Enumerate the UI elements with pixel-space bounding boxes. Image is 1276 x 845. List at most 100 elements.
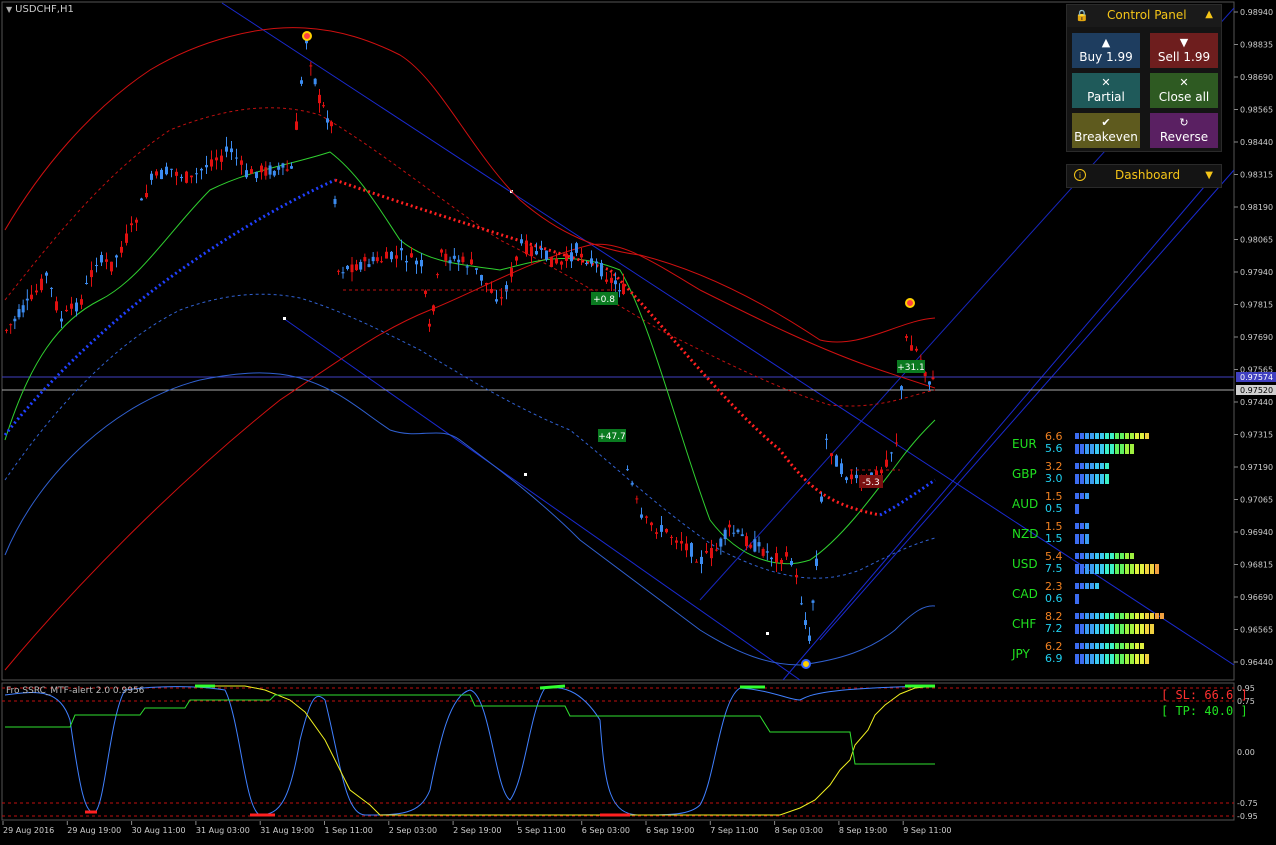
time-tick: 2 Sep 03:00 bbox=[389, 826, 437, 835]
candle-body bbox=[245, 170, 248, 178]
candle-body bbox=[85, 282, 88, 284]
strength-bar bbox=[1125, 433, 1129, 439]
candle-body bbox=[745, 536, 748, 547]
strength-bar bbox=[1085, 564, 1089, 574]
reverse-label: Reverse bbox=[1159, 130, 1209, 144]
strength-bar bbox=[1115, 613, 1119, 619]
candle-body bbox=[520, 239, 523, 244]
strength-bar bbox=[1140, 654, 1144, 664]
currency-label: NZD bbox=[1012, 527, 1039, 541]
candle-body bbox=[390, 251, 393, 260]
candle-body bbox=[264, 167, 268, 176]
strength-bar bbox=[1155, 564, 1159, 574]
collapse-icon[interactable]: ▲ bbox=[1205, 9, 1213, 20]
upper-band bbox=[4, 27, 936, 343]
strength-bar bbox=[1080, 474, 1084, 484]
strength-bar bbox=[1095, 613, 1099, 619]
candle-body bbox=[530, 246, 533, 257]
buy-button[interactable]: ▲ Buy 1.99 bbox=[1072, 33, 1140, 68]
strength-bar bbox=[1095, 564, 1099, 574]
candle-body bbox=[555, 258, 558, 264]
candle-body bbox=[815, 558, 818, 566]
close-icon: ✕ bbox=[1101, 76, 1111, 89]
strength-bar bbox=[1085, 534, 1089, 544]
strength-bar bbox=[1075, 643, 1079, 649]
candle-body bbox=[575, 243, 578, 253]
tp-label: [ TP: 40.0 ] bbox=[1161, 704, 1248, 718]
main-chart-frame bbox=[1, 1, 1235, 681]
strength-bar bbox=[1145, 564, 1149, 574]
control-panel-header[interactable]: 🔒 Control Panel ▲ bbox=[1067, 5, 1221, 27]
candle-body bbox=[510, 267, 513, 277]
candle-body bbox=[375, 257, 379, 262]
strength-bar bbox=[1080, 444, 1084, 454]
dashboard-toggle[interactable]: i Dashboard ▼ bbox=[1066, 164, 1222, 188]
time-tick: 8 Sep 19:00 bbox=[839, 826, 887, 835]
strength-bar bbox=[1085, 463, 1089, 469]
reverse-icon: ↻ bbox=[1179, 116, 1189, 129]
strength-bar bbox=[1140, 433, 1144, 439]
midline-dots-blue-2 bbox=[879, 478, 936, 517]
candle-body bbox=[17, 309, 21, 318]
partial-button[interactable]: ✕ Partial bbox=[1072, 73, 1140, 108]
strength-bar bbox=[1080, 523, 1084, 529]
candle-body bbox=[895, 442, 898, 444]
current-price-text: 0.97520 bbox=[1240, 386, 1273, 395]
candle-body bbox=[749, 544, 753, 548]
strength-bar bbox=[1075, 474, 1079, 484]
candle-body bbox=[424, 290, 427, 294]
candle-body bbox=[452, 255, 456, 259]
sl-label: [ SL: 66.6 ] bbox=[1161, 688, 1248, 702]
candle-body bbox=[322, 105, 325, 107]
candle-body bbox=[432, 305, 435, 312]
candle-body bbox=[626, 469, 629, 471]
chart-window[interactable]: +0.8 +47.7 +31.1 -5.3 0.98940 0.98835 0.98… bbox=[0, 0, 1276, 841]
candle-body bbox=[845, 477, 848, 481]
strength-row: USD 5.4 7.5 bbox=[1010, 550, 1210, 578]
strength-bar bbox=[1130, 654, 1134, 664]
strength-bar bbox=[1095, 433, 1099, 439]
strength-bar bbox=[1140, 613, 1144, 619]
dropdown-arrow-icon[interactable]: ▼ bbox=[6, 5, 12, 14]
strength-bar bbox=[1110, 643, 1114, 649]
strength-row: CHF 8.2 7.2 bbox=[1010, 610, 1210, 638]
sell-button[interactable]: ▼ Sell 1.99 bbox=[1150, 33, 1218, 68]
close-all-button[interactable]: ✕ Close all bbox=[1150, 73, 1218, 108]
strength-bar bbox=[1135, 433, 1139, 439]
trend-yellow bbox=[210, 685, 936, 816]
strength-bar bbox=[1105, 463, 1109, 469]
control-panel-title: Control Panel bbox=[1107, 8, 1187, 22]
candle-body bbox=[290, 166, 293, 169]
sub-axis-tick: -0.75 bbox=[1237, 799, 1258, 808]
candle-body bbox=[931, 377, 935, 380]
arrow-down-icon: ▼ bbox=[1179, 36, 1189, 49]
candle-body bbox=[170, 168, 173, 170]
strength-bar bbox=[1125, 553, 1129, 559]
strength-bar bbox=[1080, 583, 1084, 589]
candle-body bbox=[600, 263, 603, 277]
strength-bar bbox=[1120, 643, 1124, 649]
candle-body bbox=[550, 257, 553, 267]
candle-body bbox=[723, 529, 727, 540]
candle-body bbox=[240, 160, 243, 165]
strength-bar bbox=[1135, 624, 1139, 634]
strength-bar bbox=[1110, 624, 1114, 634]
strength-bar bbox=[1150, 613, 1154, 619]
trade-tag: +0.8 bbox=[591, 292, 618, 305]
candle-body bbox=[444, 253, 448, 261]
candle-body bbox=[630, 483, 634, 485]
candle-body bbox=[840, 463, 843, 475]
candle-body bbox=[428, 323, 431, 327]
breakeven-button[interactable]: ✔ Breakeven bbox=[1072, 113, 1140, 148]
strength-bar bbox=[1080, 643, 1084, 649]
time-tick: 1 Sep 11:00 bbox=[325, 826, 373, 835]
candle-body bbox=[190, 175, 193, 178]
candle-body bbox=[75, 302, 78, 312]
candle-body bbox=[272, 170, 276, 176]
reverse-button[interactable]: ↻ Reverse bbox=[1150, 113, 1218, 148]
candle-body bbox=[690, 543, 693, 557]
strength-bar bbox=[1075, 553, 1079, 559]
time-tick: 31 Aug 19:00 bbox=[260, 826, 314, 835]
strength-row: GBP 3.2 3.0 bbox=[1010, 460, 1210, 488]
candle-body bbox=[905, 336, 908, 338]
